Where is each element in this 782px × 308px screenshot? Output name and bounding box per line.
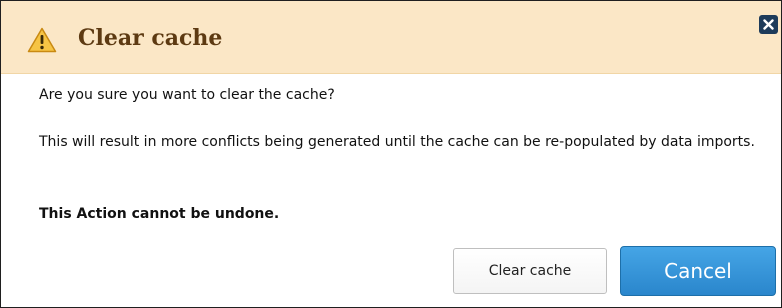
close-icon bbox=[763, 15, 774, 34]
clear-cache-button[interactable]: Clear cache bbox=[453, 248, 607, 294]
warning-message: This Action cannot be undone. bbox=[39, 206, 280, 222]
warning-icon bbox=[27, 27, 57, 53]
confirm-message: Are you sure you want to clear the cache… bbox=[39, 87, 335, 103]
cancel-button[interactable]: Cancel bbox=[620, 246, 776, 296]
close-button[interactable] bbox=[759, 15, 778, 34]
detail-message: This will result in more conflicts being… bbox=[39, 134, 755, 150]
dialog-title: Clear cache bbox=[78, 25, 223, 51]
dialog-titlebar: Clear cache bbox=[1, 1, 781, 74]
clear-cache-dialog: Clear cache Are you sure you want to cle… bbox=[0, 0, 782, 308]
